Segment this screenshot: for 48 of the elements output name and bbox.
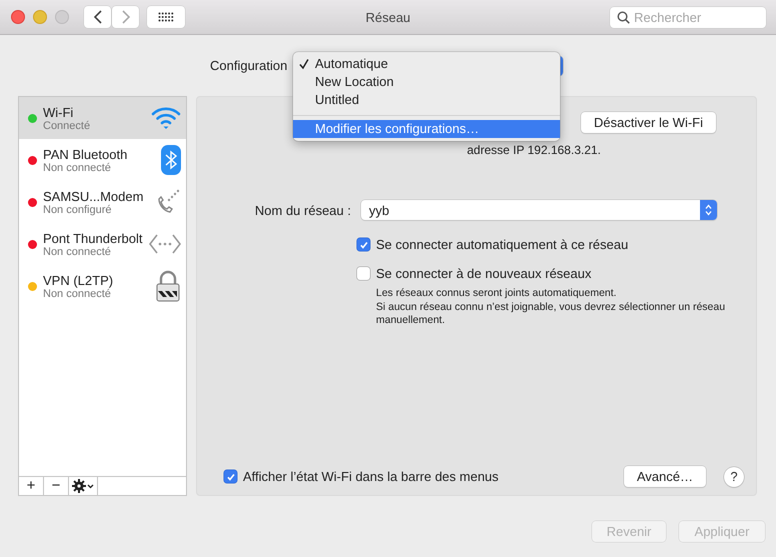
status-text: adresse IP 192.168.3.21.: [467, 143, 602, 157]
service-item[interactable]: Wi-Fi Connecté: [19, 97, 186, 139]
advanced-button[interactable]: Avancé…: [624, 466, 706, 487]
network-name-popup[interactable]: yyb: [361, 200, 717, 220]
search-field[interactable]: Rechercher: [610, 6, 766, 28]
chevron-right-icon: [120, 10, 130, 24]
menu-item[interactable]: Untitled: [293, 91, 560, 109]
network-name-label: Nom du réseau :: [254, 202, 351, 218]
close-button[interactable]: [11, 10, 25, 24]
window-title: Réseau: [364, 10, 412, 24]
help-note: Les réseaux connus seront joints automatiquement. Si aucun réseau connu n’est joignable, vous devrez sélectionner un réseau manuellement.: [376, 287, 726, 328]
menu-item[interactable]: Modifier les configurations…: [293, 120, 560, 138]
service-name: PAN Bluetooth: [43, 146, 128, 162]
checkbox[interactable]: [357, 267, 370, 280]
service-status: Connecté: [43, 120, 92, 132]
checkbox-label: Afficher l’état Wi-Fi dans la barre des menus: [243, 469, 499, 484]
service-item[interactable]: PAN Bluetooth Non connecté: [19, 139, 186, 181]
stepper-icon: [700, 200, 717, 220]
checkbox[interactable]: [224, 470, 237, 483]
service-item[interactable]: Pont Thunderbolt Non connecté: [19, 223, 186, 265]
checkbox[interactable]: [357, 238, 370, 251]
wifi-icon: [151, 106, 181, 130]
service-status: Non connecté: [43, 246, 112, 258]
show-all-button[interactable]: [147, 6, 185, 28]
checkbox-label: Se connecter à de nouveaux réseaux: [376, 266, 592, 281]
back-button[interactable]: [84, 6, 111, 28]
service-name: Wi-Fi: [43, 104, 74, 120]
lock-icon: [155, 270, 181, 302]
connection-arrows-icon: [149, 233, 181, 255]
service-name: VPN (L2TP): [43, 272, 114, 288]
bluetooth-icon: [161, 145, 181, 175]
service-item[interactable]: SAMSU...Modem Non configuré: [19, 181, 186, 223]
chevron-left-icon: [92, 10, 102, 24]
menu-item[interactable]: Automatique: [293, 55, 560, 73]
service-status: Non connecté: [43, 162, 112, 174]
service-item[interactable]: VPN (L2TP) Non connecté: [19, 265, 186, 307]
service-status: Non configuré: [43, 204, 112, 216]
disable-wifi-button[interactable]: Désactiver le Wi-Fi: [580, 112, 716, 133]
search-icon: [617, 10, 630, 24]
service-status: Non connecté: [43, 288, 111, 300]
configuration-label: Configuration: [210, 58, 288, 73]
checkbox-label: Se connecter automatiquement à ce réseau: [376, 237, 628, 252]
grid-icon: [158, 12, 174, 22]
help-button[interactable]: ?: [724, 466, 744, 486]
menu-item[interactable]: New Location: [293, 73, 560, 91]
action-menu-button[interactable]: [69, 477, 98, 495]
service-name: SAMSU...Modem: [43, 188, 144, 204]
service-name: Pont Thunderbolt: [43, 230, 144, 246]
